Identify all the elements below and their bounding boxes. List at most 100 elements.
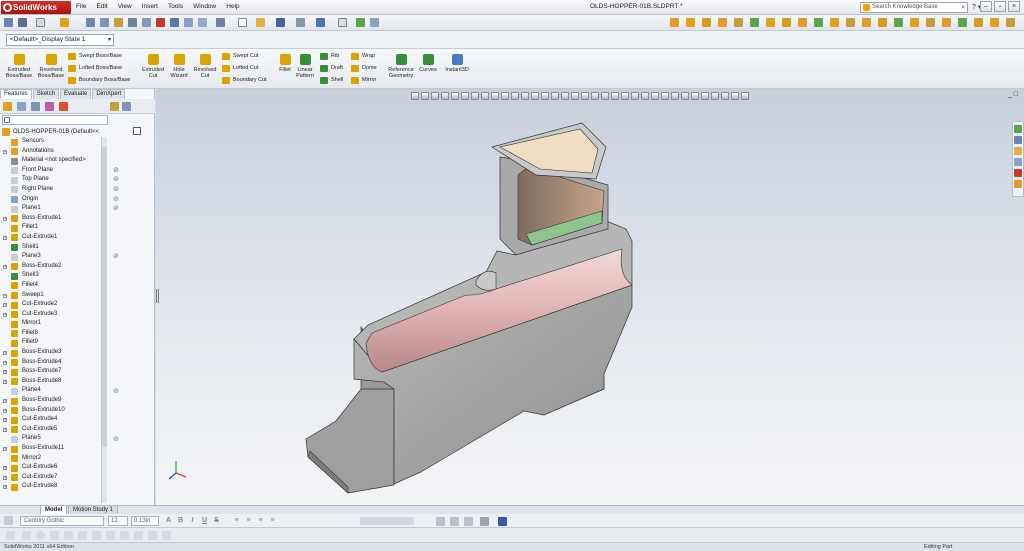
custom-properties-icon[interactable] (1014, 180, 1022, 188)
hole-wizard-button[interactable]: Hole Wizard (166, 54, 192, 79)
format-option-icon[interactable] (4, 516, 13, 525)
display-manager-icon[interactable] (59, 102, 68, 111)
toolbar-icon[interactable] (990, 18, 999, 27)
align-right-icon[interactable]: ≡ (256, 516, 265, 525)
feature-manager-icon[interactable] (3, 102, 12, 111)
tree-node[interactable]: Material <not specified> (0, 156, 110, 166)
tree-node[interactable]: Shell3 (0, 271, 110, 281)
expand-toggle-icon[interactable]: + (3, 149, 7, 154)
mirror-button[interactable]: Mirror (351, 77, 376, 84)
style-select[interactable] (360, 517, 414, 525)
curves-button[interactable]: Curves (417, 54, 439, 73)
dimxpert-manager-icon[interactable] (45, 102, 54, 111)
scrollbar-thumb[interactable] (102, 147, 107, 447)
toolbar-icon[interactable] (862, 18, 871, 27)
tree-node[interactable]: Fillet4 (0, 281, 110, 291)
tree-node[interactable]: + Cut-Extrude2 (0, 300, 110, 310)
layer-icon[interactable] (436, 517, 445, 526)
boundary-boss-base-button[interactable]: Boundary Boss/Base (68, 77, 130, 84)
menu-file[interactable]: File (76, 3, 86, 10)
tab-sketch[interactable]: Sketch (32, 89, 60, 99)
tool-icon[interactable] (216, 18, 225, 27)
part-model[interactable] (156, 89, 1024, 505)
toolbar-icon[interactable] (718, 18, 727, 27)
hidden-state-icon[interactable]: ⊘ (113, 176, 120, 183)
property-manager-icon[interactable] (17, 102, 26, 111)
tree-node[interactable]: + Boss-Extrude7 (0, 367, 110, 377)
tree-node[interactable]: + Boss-Extrude1 (0, 214, 110, 224)
tree-node[interactable]: Sensors (0, 137, 110, 147)
tree-node[interactable]: Right Plane (0, 185, 110, 195)
tree-node[interactable]: Origin (0, 195, 110, 205)
tree-node[interactable]: Fillet9 (0, 338, 110, 348)
tree-scrollbar[interactable] (101, 137, 107, 503)
tool-icon[interactable] (128, 18, 137, 27)
expand-toggle-icon[interactable]: + (3, 408, 7, 413)
file-explorer-icon[interactable] (1014, 147, 1022, 155)
swept-boss-base-button[interactable]: Swept Boss/Base (68, 53, 122, 60)
tree-node[interactable]: + Cut-Extrude7 (0, 473, 110, 483)
tree-node[interactable]: + Boss-Extrude9 (0, 396, 110, 406)
restore-button[interactable]: ▫ (994, 1, 1006, 12)
extruded-boss-base-button[interactable]: Extruded Boss/Base (4, 54, 34, 79)
toolbar-icon[interactable] (974, 18, 983, 27)
toolbar-icon[interactable] (1006, 18, 1015, 27)
sum-icon[interactable] (170, 18, 179, 27)
sketch-tool-icon[interactable] (6, 531, 15, 540)
polygon-icon[interactable] (64, 531, 73, 540)
configuration-manager-icon[interactable] (31, 102, 40, 111)
select-arrow-icon[interactable] (338, 18, 347, 27)
line-icon[interactable] (22, 531, 31, 540)
menu-view[interactable]: View (118, 3, 132, 10)
hidden-state-icon[interactable]: ⊘ (113, 196, 120, 203)
options-icon[interactable] (370, 18, 379, 27)
toolbar-icon[interactable] (766, 18, 775, 27)
italic-icon[interactable]: I (188, 516, 197, 525)
toolbar-icon[interactable] (830, 18, 839, 27)
offset-icon[interactable] (134, 531, 143, 540)
expand-toggle-icon[interactable]: + (3, 351, 7, 356)
expand-toggle-icon[interactable]: + (3, 427, 7, 432)
close-button[interactable]: × (1008, 1, 1020, 12)
toolbar-icon[interactable] (878, 18, 887, 27)
tool-icon[interactable] (184, 18, 193, 27)
search-icon[interactable]: ⌕ (961, 3, 965, 12)
layer-icon[interactable] (450, 517, 459, 526)
tree-node[interactable]: Front Plane (0, 166, 110, 176)
select-icon[interactable] (36, 18, 45, 27)
tree-node[interactable]: Fillet1 (0, 223, 110, 233)
shell-button[interactable]: Shell (320, 77, 343, 84)
tab-evaluate[interactable]: Evaluate (60, 89, 92, 99)
spline-icon[interactable] (78, 531, 87, 540)
appearances-icon[interactable] (1014, 169, 1022, 177)
menu-window[interactable]: Window (193, 3, 216, 10)
mirror-entities-icon[interactable] (148, 531, 157, 540)
hidden-state-icon[interactable]: ⊘ (113, 436, 120, 443)
expand-toggle-icon[interactable]: + (3, 370, 7, 375)
lofted-cut-button[interactable]: Lofted Cut (222, 65, 258, 72)
tree-node[interactable]: + Sweep1 (0, 291, 110, 301)
new-document-icon[interactable] (238, 18, 247, 27)
trim-icon[interactable] (120, 531, 129, 540)
toolbar-icon[interactable] (798, 18, 807, 27)
open-folder-icon[interactable] (256, 18, 265, 27)
tree-node[interactable]: + Boss-Extrude4 (0, 358, 110, 368)
view-palette-icon[interactable] (1014, 158, 1022, 166)
tree-node[interactable]: + Boss-Extrude8 (0, 377, 110, 387)
extruded-cut-button[interactable]: Extruded Cut (140, 54, 166, 79)
rebuild-icon[interactable] (60, 18, 69, 27)
menu-help[interactable]: Help (226, 3, 239, 10)
sketch-icon[interactable] (4, 18, 13, 27)
wrap-button[interactable]: Wrap (351, 53, 375, 60)
toolbar-icon[interactable] (958, 18, 967, 27)
expand-toggle-icon[interactable]: + (3, 475, 7, 480)
tree-node[interactable]: + Cut-Extrude8 (0, 482, 110, 492)
tab-dimxpert[interactable]: DimXpert (92, 89, 126, 99)
tree-node[interactable]: + Boss-Extrude2 (0, 262, 110, 272)
tree-node[interactable]: Plane3 (0, 252, 110, 262)
display-state-select[interactable]: <Default>_Display State 1 ▾ (6, 34, 114, 46)
justify-icon[interactable]: ≡ (268, 516, 277, 525)
fillet-button[interactable]: Fillet (276, 54, 294, 73)
layer-icon[interactable] (480, 517, 489, 526)
design-library-icon[interactable] (1014, 136, 1022, 144)
